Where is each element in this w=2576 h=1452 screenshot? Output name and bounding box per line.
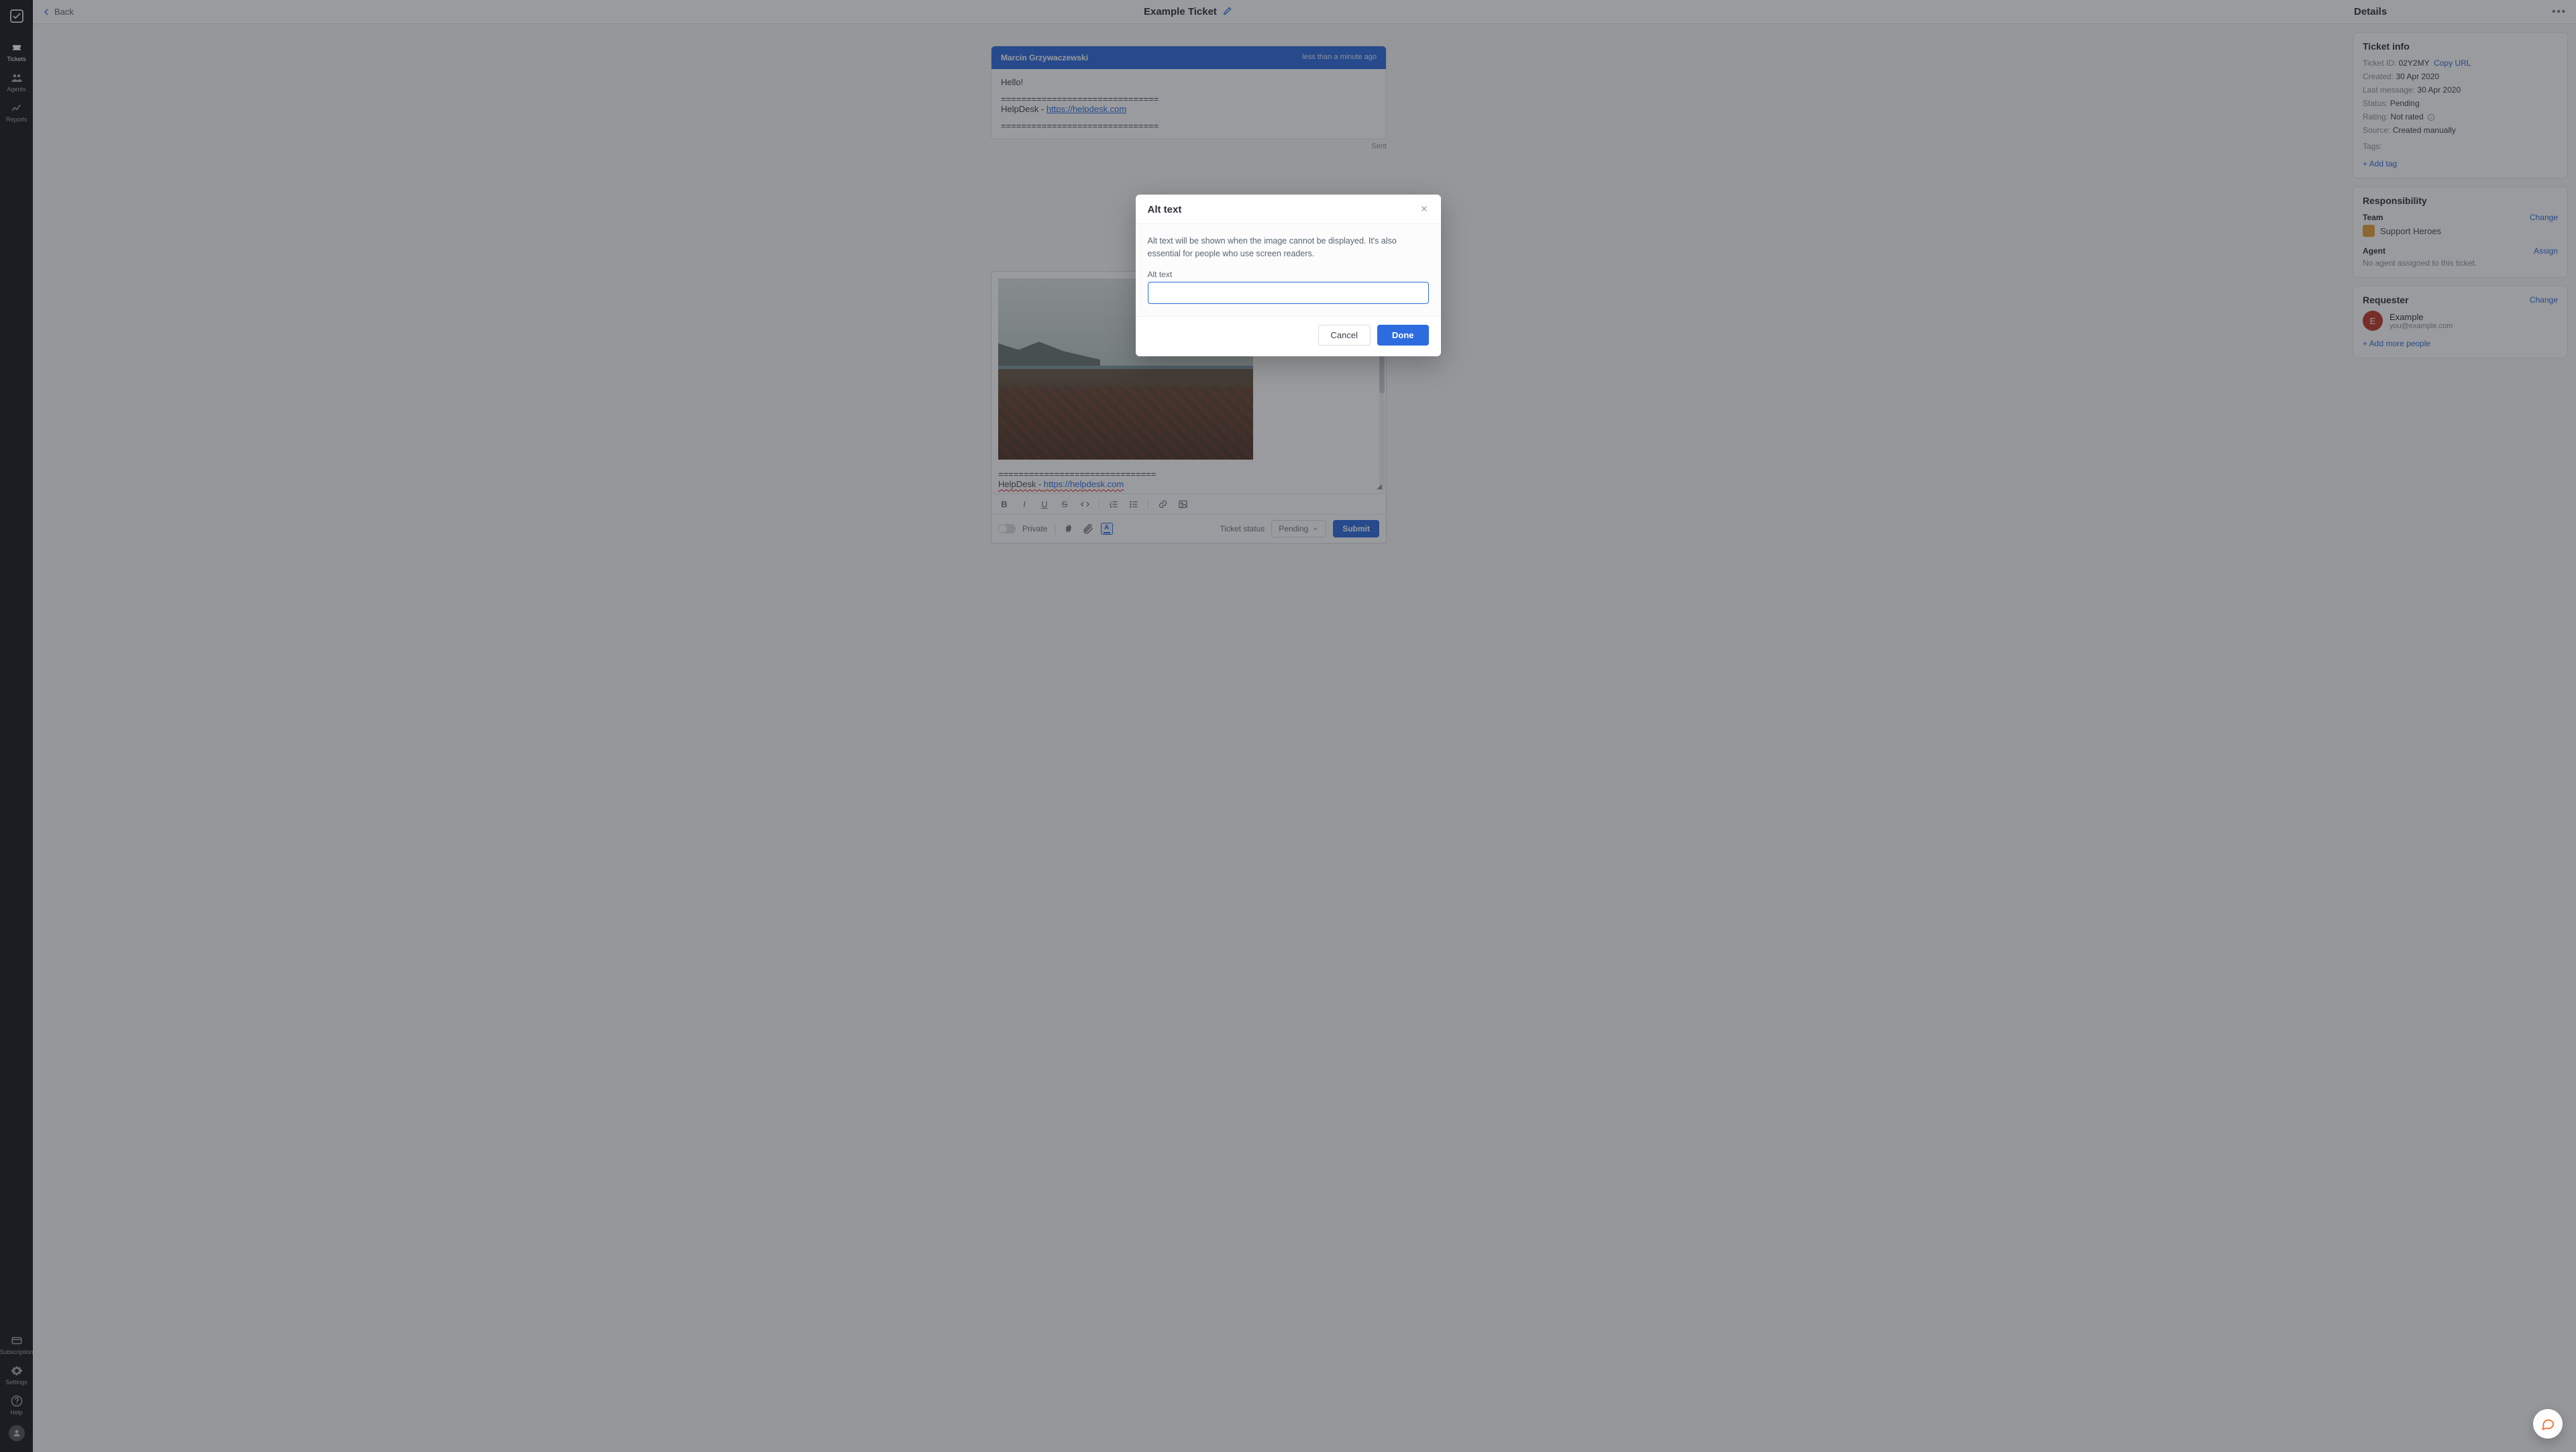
chat-widget-button[interactable] (2533, 1409, 2563, 1439)
modal-input-label: Alt text (1148, 270, 1429, 279)
alt-text-modal: Alt text Alt text will be shown when the… (1136, 195, 1441, 356)
modal-description: Alt text will be shown when the image ca… (1148, 235, 1429, 260)
modal-header: Alt text (1136, 195, 1441, 224)
modal-overlay[interactable]: Alt text Alt text will be shown when the… (0, 0, 2576, 1452)
alt-text-input[interactable] (1148, 282, 1429, 304)
modal-footer: Cancel Done (1136, 316, 1441, 356)
close-icon (1419, 204, 1429, 213)
modal-body: Alt text will be shown when the image ca… (1136, 224, 1441, 316)
modal-title: Alt text (1148, 204, 1182, 215)
done-button[interactable]: Done (1377, 325, 1429, 346)
modal-close-button[interactable] (1419, 204, 1429, 215)
chat-icon (2540, 1416, 2555, 1431)
cancel-button[interactable]: Cancel (1318, 325, 1371, 346)
